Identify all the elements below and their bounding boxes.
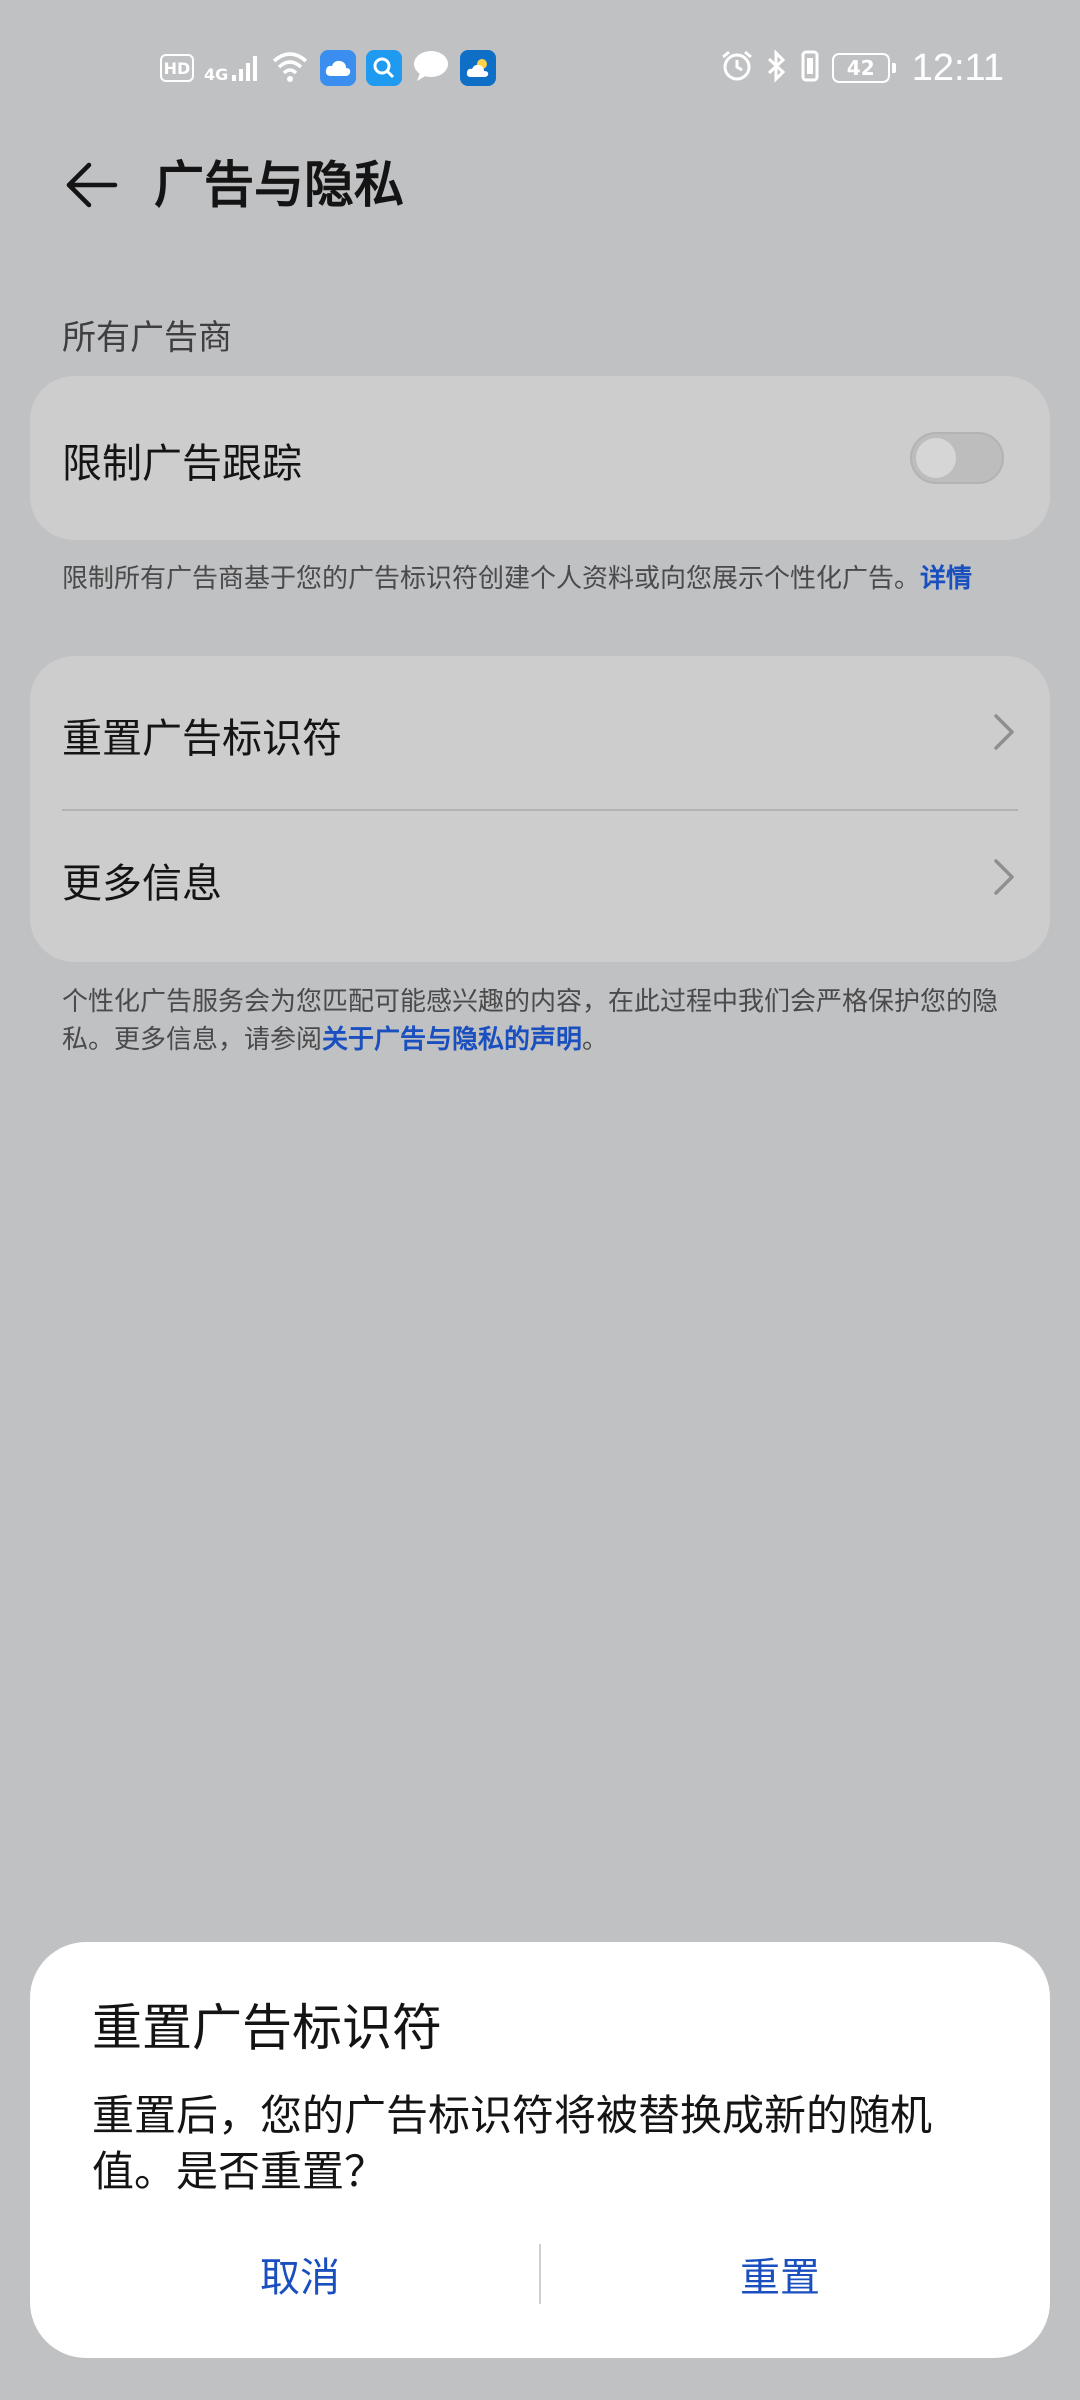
limit-tracking-hint: 限制所有广告商基于您的广告标识符创建个人资料或向您展示个性化广告。详情 — [62, 560, 1022, 598]
bluetooth-icon — [766, 49, 788, 87]
weather-app-icon — [460, 50, 497, 86]
battery-indicator: 42 — [831, 53, 896, 83]
status-bar: HD 4G 42 12:11 — [0, 0, 1080, 136]
network-type: 4G — [204, 65, 229, 84]
title-bar: 广告与隐私 — [0, 136, 1080, 232]
chevron-right-icon — [994, 714, 1014, 750]
hd-icon: HD — [160, 54, 194, 82]
more-info-row[interactable]: 更多信息 — [30, 811, 1050, 962]
reset-button[interactable]: 重置 — [540, 2240, 1020, 2308]
details-link[interactable]: 详情 — [920, 564, 972, 594]
dialog-message: 重置后，您的广告标识符将被替换成新的随机值。是否重置？ — [92, 2091, 933, 2196]
cloud-app-icon — [320, 50, 357, 86]
reset-ad-id-label: 重置广告标识符 — [62, 716, 342, 762]
reset-ad-id-row[interactable]: 重置广告标识符 — [30, 656, 1050, 809]
privacy-hint-tail: 。 — [582, 1025, 609, 1055]
vibrate-icon — [800, 49, 820, 87]
cancel-button[interactable]: 取消 — [60, 2240, 540, 2308]
limit-tracking-toggle[interactable] — [910, 432, 1004, 484]
section-label: 所有广告商 — [62, 318, 232, 358]
dialog-actions: 取消 重置 — [30, 2240, 1050, 2308]
ad-id-card: 重置广告标识符 更多信息 — [30, 656, 1050, 962]
search-app-icon — [366, 50, 403, 86]
limit-tracking-card: 限制广告跟踪 — [30, 376, 1050, 540]
toggle-knob — [916, 438, 956, 478]
page-title: 广告与隐私 — [154, 156, 404, 214]
signal-icon: 4G — [204, 53, 260, 83]
limit-tracking-label: 限制广告跟踪 — [62, 441, 302, 487]
status-left: HD 4G — [160, 48, 497, 88]
wifi-icon — [270, 49, 310, 87]
privacy-statement-link[interactable]: 关于广告与隐私的声明 — [322, 1025, 582, 1055]
limit-tracking-hint-text: 限制所有广告商基于您的广告标识符创建个人资料或向您展示个性化广告。 — [62, 564, 921, 594]
status-right: 42 12:11 — [720, 46, 1004, 89]
alarm-icon — [720, 49, 754, 87]
chevron-right-icon — [994, 859, 1014, 895]
dialog-title: 重置广告标识符 — [92, 1999, 442, 2057]
back-button[interactable] — [56, 150, 126, 220]
message-icon — [412, 49, 450, 87]
back-arrow-icon — [66, 162, 118, 208]
more-info-label: 更多信息 — [62, 861, 222, 907]
privacy-hint: 个性化广告服务会为您匹配可能感兴趣的内容，在此过程中我们会严格保护您的隐私。更多… — [62, 983, 1022, 1059]
clock: 12:11 — [911, 46, 1004, 89]
reset-dialog: 重置广告标识符 重置后，您的广告标识符将被替换成新的随机值。是否重置？ 取消 重… — [30, 1942, 1050, 2358]
